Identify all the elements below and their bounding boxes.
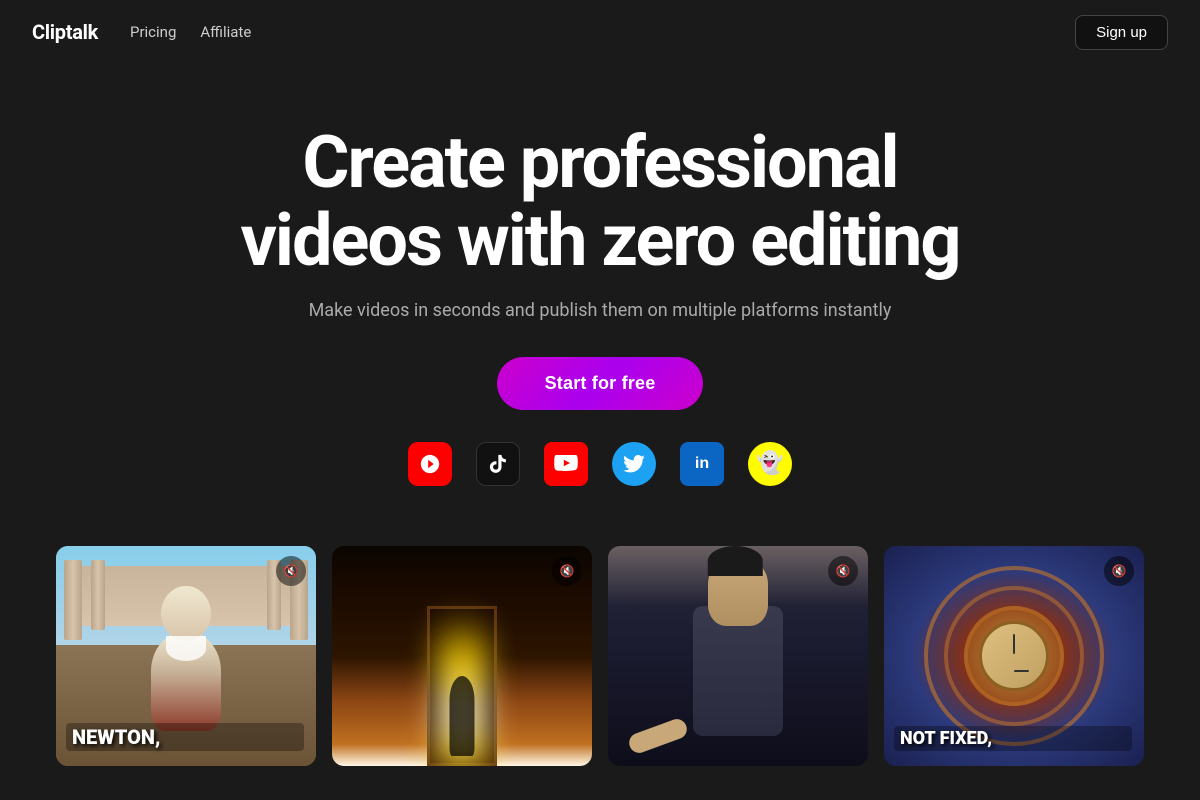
nav-pricing[interactable]: Pricing <box>130 23 176 41</box>
nav-affiliate[interactable]: Affiliate <box>200 23 251 41</box>
navbar-left: Cliptalk Pricing Affiliate <box>32 20 251 44</box>
twitter-icon[interactable] <box>612 442 656 486</box>
video-card-newton: 🔇 NEWTON, <box>56 546 316 766</box>
video-card-swirl: 🔇 NOT FIXED, <box>884 546 1144 766</box>
logo[interactable]: Cliptalk <box>32 20 98 44</box>
video-mute-newton[interactable]: 🔇 <box>276 556 306 586</box>
signup-button[interactable]: Sign up <box>1075 15 1168 50</box>
platform-icons: in 👻 <box>408 442 792 486</box>
video-mute-swirl[interactable]: 🔇 <box>1104 556 1134 586</box>
video-mute-door[interactable]: 🔇 <box>552 556 582 586</box>
tiktok-icon[interactable] <box>476 442 520 486</box>
snapchat-icon[interactable]: 👻 <box>748 442 792 486</box>
youtube-icon[interactable] <box>544 442 588 486</box>
video-mute-man[interactable]: 🔇 <box>828 556 858 586</box>
youtube-shorts-icon[interactable] <box>408 442 452 486</box>
video-previews: 🔇 NEWTON, 🔇 🔇 <box>0 546 1200 766</box>
hero-title: Create professional videos with zero edi… <box>240 124 959 280</box>
nav-links: Pricing Affiliate <box>130 23 251 41</box>
start-for-free-button[interactable]: Start for free <box>497 357 704 410</box>
navbar: Cliptalk Pricing Affiliate Sign up <box>0 0 1200 64</box>
linkedin-icon[interactable]: in <box>680 442 724 486</box>
video-card-man: 🔇 <box>608 546 868 766</box>
video-card-door: 🔇 <box>332 546 592 766</box>
hero-subtitle: Make videos in seconds and publish them … <box>309 300 892 321</box>
video-caption-newton: NEWTON, <box>66 723 304 751</box>
video-caption-swirl: NOT FIXED, <box>894 726 1132 751</box>
hero-section: Create professional videos with zero edi… <box>0 64 1200 526</box>
